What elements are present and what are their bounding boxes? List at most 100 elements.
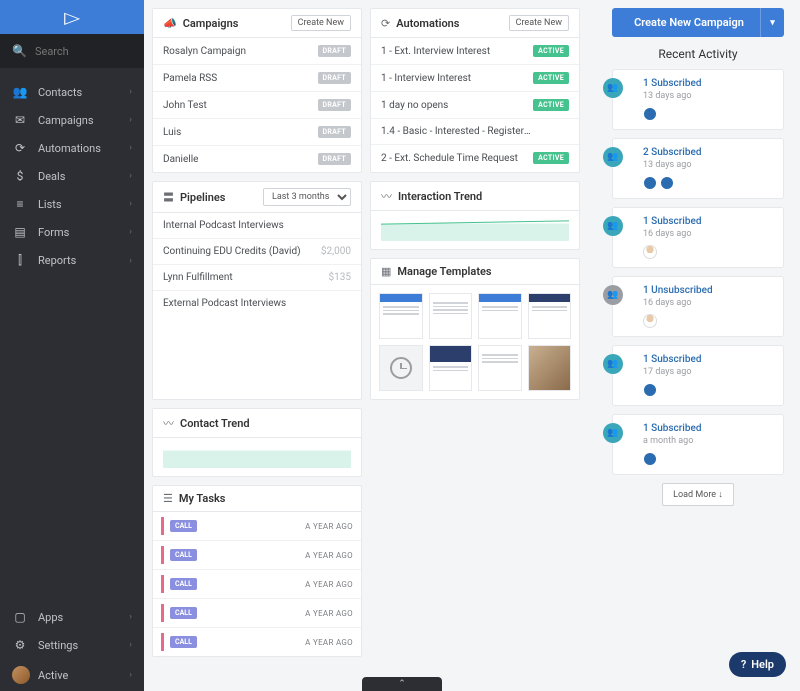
status-badge: ACTIVE	[533, 99, 569, 111]
campaigns-card: 📣 Campaigns Create New Rosalyn CampaignD…	[152, 8, 362, 173]
activity-item[interactable]: 👥1 Subscribeda month ago	[612, 414, 784, 475]
automation-name: 1 - Ext. Interview Interest	[381, 46, 490, 57]
automations-create-button[interactable]: Create New	[509, 15, 569, 31]
sidebar-item-settings[interactable]: ⚙Settings›	[0, 631, 144, 659]
pipeline-row[interactable]: External Podcast Interviews	[153, 291, 361, 316]
bottom-expand-tab[interactable]: ⌃	[362, 677, 442, 691]
task-row[interactable]: CALLA YEAR AGO	[153, 541, 361, 570]
avatar	[643, 245, 657, 259]
interaction-trend-card: 〰 Interaction Trend	[370, 181, 580, 250]
activity-item[interactable]: 👥1 Subscribed13 days ago	[612, 69, 784, 130]
task-priority-bar	[161, 517, 164, 535]
chevron-right-icon: ›	[129, 612, 132, 622]
templates-title: Manage Templates	[397, 265, 491, 278]
activity-item[interactable]: 👥1 Unsubscribed16 days ago	[612, 276, 784, 337]
sidebar-item-reports[interactable]: ⫿Reports›	[0, 246, 144, 275]
pipeline-row[interactable]: Internal Podcast Interviews	[153, 213, 361, 239]
main-area: 📣 Campaigns Create New Rosalyn CampaignD…	[144, 0, 600, 691]
templates-icon: ▦	[381, 265, 391, 278]
nav-label: Apps	[38, 611, 63, 624]
activity-time: a month ago	[643, 436, 775, 446]
template-thumb[interactable]	[528, 345, 572, 391]
template-thumb[interactable]	[429, 293, 473, 339]
automation-row[interactable]: 2 - Ext. Schedule Time RequestACTIVE	[371, 145, 579, 171]
nav-bottom: ▢ Apps › ⚙Settings›Active›	[0, 603, 144, 691]
nav-icon: ⟳	[12, 141, 28, 155]
campaign-name: John Test	[163, 100, 207, 111]
pipeline-name: Lynn Fulfillment	[163, 272, 233, 283]
campaign-row[interactable]: John TestDRAFT	[153, 92, 361, 119]
chevron-down-icon[interactable]: ▾	[760, 8, 784, 37]
task-time: A YEAR AGO	[305, 580, 353, 589]
template-thumb[interactable]	[478, 345, 522, 391]
nav-label: Contacts	[38, 86, 82, 99]
automation-row[interactable]: 1 - Interview InterestACTIVE	[371, 65, 579, 92]
search-bar[interactable]: 🔍	[0, 34, 144, 68]
template-thumb[interactable]	[429, 345, 473, 391]
template-thumb[interactable]	[528, 293, 572, 339]
activity-time: 16 days ago	[643, 229, 775, 239]
templates-grid	[371, 285, 579, 399]
sidebar-item-lists[interactable]: ≡Lists›	[0, 190, 144, 218]
tasks-title: My Tasks	[179, 492, 226, 505]
task-row[interactable]: CALLA YEAR AGO	[153, 599, 361, 628]
sidebar-item-contacts[interactable]: 👥Contacts›	[0, 78, 144, 106]
chevron-right-icon: ›	[129, 115, 132, 125]
automation-name: 1 day no opens	[381, 100, 448, 111]
template-thumb[interactable]	[379, 293, 423, 339]
sidebar-item-campaigns[interactable]: ✉Campaigns›	[0, 106, 144, 134]
task-tag: CALL	[170, 549, 197, 561]
logo-bar[interactable]: ▷	[0, 0, 144, 34]
automation-row[interactable]: 1 - Ext. Interview InterestACTIVE	[371, 38, 579, 65]
template-thumb-pending[interactable]	[379, 345, 423, 391]
campaign-row[interactable]: LuisDRAFT	[153, 119, 361, 146]
sidebar-item-apps[interactable]: ▢ Apps ›	[0, 603, 144, 631]
nav-icon: ≡	[12, 197, 28, 211]
campaign-row[interactable]: Rosalyn CampaignDRAFT	[153, 38, 361, 65]
help-button[interactable]: ? Help	[729, 652, 786, 677]
search-input[interactable]	[35, 45, 132, 58]
sidebar-item-automations[interactable]: ⟳ Automations ›	[0, 134, 144, 162]
pipeline-row[interactable]: Continuing EDU Credits (David)$2,000	[153, 239, 361, 265]
contact-sparkline	[163, 446, 351, 468]
recent-activity-title: Recent Activity	[612, 47, 784, 61]
activity-type-icon: 👥	[603, 423, 623, 443]
campaign-name: Luis	[163, 127, 181, 138]
pipeline-row[interactable]: Lynn Fulfillment$135	[153, 265, 361, 291]
nav-icon: ⫿	[12, 253, 28, 268]
task-row[interactable]: CALLA YEAR AGO	[153, 512, 361, 541]
campaigns-title: Campaigns	[183, 17, 239, 30]
template-thumb[interactable]	[478, 293, 522, 339]
pipelines-filter-select[interactable]: Last 3 months	[263, 188, 351, 206]
campaigns-create-button[interactable]: Create New	[291, 15, 351, 31]
help-icon: ?	[741, 658, 746, 671]
nav-icon: ▢	[12, 610, 28, 624]
task-tag: CALL	[170, 520, 197, 532]
activity-item[interactable]: 👥1 Subscribed17 days ago	[612, 345, 784, 406]
task-row[interactable]: CALLA YEAR AGO	[153, 570, 361, 599]
chevron-right-icon: ›	[129, 143, 132, 153]
status-badge: ACTIVE	[533, 72, 569, 84]
automation-row[interactable]: 1 day no opens ACTIVE	[371, 92, 579, 119]
activity-item[interactable]: 👥2 Subscribed13 days ago	[612, 138, 784, 199]
load-more-button[interactable]: Load More ↓	[662, 483, 734, 506]
interaction-sparkline	[381, 219, 569, 241]
sidebar-item-deals[interactable]: $Deals›	[0, 162, 144, 190]
megaphone-icon: 📣	[163, 17, 177, 30]
pipeline-value: $2,000	[321, 246, 351, 257]
chevron-right-icon: ›	[129, 227, 132, 237]
nav-label: Active	[38, 669, 68, 682]
create-campaign-button[interactable]: Create New Campaign ▾	[612, 8, 784, 37]
status-badge: DRAFT	[318, 72, 351, 84]
automation-row[interactable]: 1.4 - Basic - Interested - Registered fo…	[371, 119, 579, 145]
sidebar-item-active[interactable]: Active›	[0, 659, 144, 691]
activity-item[interactable]: 👥1 Subscribed16 days ago	[612, 207, 784, 268]
campaign-row[interactable]: Pamela RSSDRAFT	[153, 65, 361, 92]
task-row[interactable]: CALLA YEAR AGO	[153, 628, 361, 656]
contact-trend-title: Contact Trend	[180, 417, 250, 430]
nav-label: Automations	[38, 142, 101, 155]
task-priority-bar	[161, 604, 164, 622]
sidebar-item-forms[interactable]: ▤Forms›	[0, 218, 144, 246]
campaign-row[interactable]: DanielleDRAFT	[153, 146, 361, 172]
task-priority-bar	[161, 546, 164, 564]
